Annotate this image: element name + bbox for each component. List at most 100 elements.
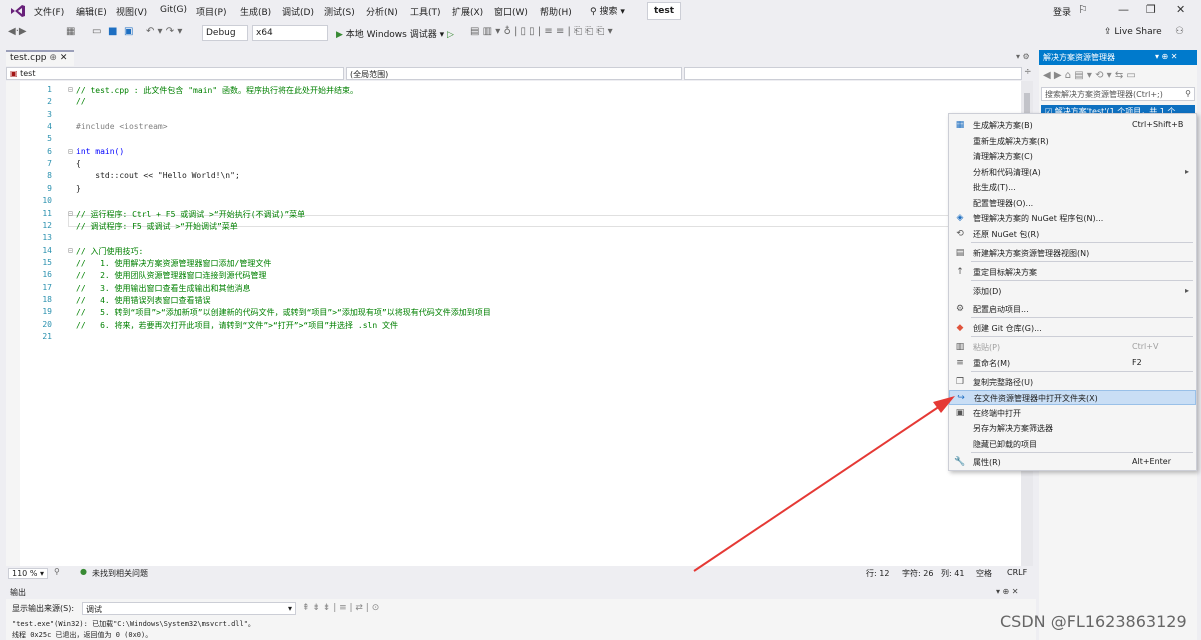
context-menu-item[interactable]: ▤ 新建解决方案资源管理器视图(N) (949, 246, 1196, 261)
close-icon[interactable]: ✕ (1176, 3, 1185, 16)
menu-analyze[interactable]: 分析(N) (366, 5, 398, 18)
fold-toggle-icon[interactable]: ⊟ (68, 209, 73, 218)
context-menu-item[interactable]: 分析和代码清理(A) ▸ (949, 165, 1196, 180)
open-icon[interactable]: ▭ (92, 26, 101, 37)
menu-edit[interactable]: 编辑(E) (76, 5, 107, 18)
menu-tools[interactable]: 工具(T) (410, 5, 441, 18)
split-icon[interactable]: ÷ (1024, 67, 1032, 77)
code-line[interactable]: 4 #include <iostream> (20, 122, 1020, 134)
context-menu-item[interactable]: 重新生成解决方案(R) (949, 134, 1196, 149)
context-menu-item[interactable]: ▥ 粘贴(P) Ctrl+V (949, 340, 1196, 355)
menu-help[interactable]: 帮助(H) (540, 5, 572, 18)
code-line[interactable]: 1 ⊟// test.cpp : 此文件包含 "main" 函数。程序执行将在此处… (20, 85, 1020, 97)
code-line[interactable]: 18 // 4. 使用错误列表窗口查看错误 (20, 295, 1020, 307)
code-line[interactable]: 7{ (20, 159, 1020, 171)
platform-select[interactable]: x64 (252, 25, 328, 41)
context-menu-item[interactable]: ↪ 在文件资源管理器中打开文件夹(X) (949, 390, 1196, 405)
code-line[interactable]: 20 // 6. 将来，若要再次打开此项目，请转到“文件”>“打开”>“项目”并选… (20, 320, 1020, 332)
code-line[interactable]: 11 ⊟// 运行程序: Ctrl + F5 或调试 >“开始执行(不调试)”菜单 (20, 209, 1020, 221)
menu-git[interactable]: Git(G) (160, 5, 187, 15)
menu-extensions[interactable]: 扩展(X) (452, 5, 483, 18)
menu-window[interactable]: 窗口(W) (494, 5, 528, 18)
context-menu-item[interactable]: 隐藏已卸载的项目 (949, 437, 1196, 452)
intellicode-icon[interactable]: ⚲ (54, 567, 60, 576)
login-link[interactable]: 登录 (1053, 5, 1071, 18)
menu-project[interactable]: 项目(P) (196, 5, 226, 18)
code-line[interactable]: 19 // 5. 转到“项目”>“添加新项”以创建新的代码文件，或转到“项目”>“… (20, 307, 1020, 319)
project-nav-select[interactable]: ▣ test (6, 67, 344, 80)
code-line[interactable]: 10 (20, 196, 1020, 208)
feedback-icon[interactable]: ⚐ (1078, 3, 1088, 16)
code-line[interactable]: 5 (20, 134, 1020, 146)
scrollbar-thumb[interactable] (1024, 93, 1030, 115)
code-line[interactable]: 14 ⊟// 入门使用技巧: (20, 246, 1020, 258)
menu-view[interactable]: 视图(V) (116, 5, 147, 18)
issues-status[interactable]: 未找到相关问题 (92, 568, 148, 579)
context-menu-item[interactable]: ≡ 重命名(M) F2 (949, 356, 1196, 371)
context-menu-item[interactable]: 另存为解决方案筛选器 (949, 421, 1196, 436)
context-menu-item[interactable]: 🔧 属性(R) Alt+Enter (949, 455, 1196, 470)
line-ending-indicator[interactable]: CRLF (1007, 568, 1027, 577)
code-line[interactable]: 21 (20, 332, 1020, 344)
tab-close-icon[interactable]: ✕ (60, 53, 68, 63)
run-button[interactable]: ▶ 本地 Windows 调试器 ▾ ▷ (336, 27, 454, 40)
menu-debug[interactable]: 调试(D) (282, 5, 314, 18)
context-menu-item[interactable]: 清理解决方案(C) (949, 149, 1196, 164)
config-select[interactable]: Debug (202, 25, 248, 41)
menu-build[interactable]: 生成(B) (240, 5, 271, 18)
new-project-icon[interactable]: ▦ (66, 26, 75, 37)
context-menu-item[interactable]: ▣ 在终端中打开 (949, 406, 1196, 421)
save-icon[interactable]: ■ (108, 26, 117, 37)
live-share-button[interactable]: ⇪ Live Share (1104, 27, 1162, 37)
menu-file[interactable]: 文件(F) (34, 5, 64, 18)
save-all-icon[interactable]: ▣ (124, 26, 133, 37)
context-menu-item[interactable]: ▦ 生成解决方案(B) Ctrl+Shift+B (949, 118, 1196, 133)
tab-dropdown-icon[interactable]: ▾ ⚙ (1016, 52, 1030, 61)
context-menu-item[interactable]: ⟲ 还原 NuGet 包(R) (949, 227, 1196, 242)
back-icon[interactable]: ◀·▶ (8, 26, 27, 37)
global-search[interactable]: ⚲ 搜索 ▾ (590, 4, 625, 17)
context-menu-label: 添加(D) (973, 287, 1002, 296)
code-line[interactable]: 15 // 1. 使用解决方案资源管理器窗口添加/管理文件 (20, 258, 1020, 270)
code-editor[interactable]: 1 ⊟// test.cpp : 此文件包含 "main" 函数。程序执行将在此处… (6, 81, 1021, 566)
context-menu-item[interactable]: ◈ 管理解决方案的 NuGet 程序包(N)... (949, 211, 1196, 226)
context-menu-item[interactable]: 批生成(T)... (949, 180, 1196, 195)
minimize-icon[interactable]: — (1118, 3, 1129, 16)
member-nav-select[interactable] (684, 67, 1022, 80)
person-icon[interactable]: ⚇ (1175, 26, 1184, 37)
code-line[interactable]: 13 (20, 233, 1020, 245)
context-menu-item[interactable]: 配置管理器(O)... (949, 196, 1196, 211)
code-line[interactable]: 3 (20, 110, 1020, 122)
menu-separator (971, 280, 1193, 281)
panel-controls-icon[interactable]: ▾ ⊕ ✕ (1155, 52, 1178, 61)
code-line[interactable]: 6 ⊟ int main() (20, 147, 1020, 159)
context-menu-item[interactable]: ❐ 复制完整路径(U) (949, 375, 1196, 390)
whitespace-indicator[interactable]: 空格 (976, 568, 992, 579)
context-menu-item[interactable]: ↑ 重定目标解决方案 (949, 265, 1196, 280)
context-menu-item[interactable]: ⚙ 配置启动项目... (949, 302, 1196, 317)
output-source-select[interactable]: 调试 ▾ (82, 602, 296, 615)
code-line[interactable]: 9} (20, 184, 1020, 196)
fold-toggle-icon[interactable]: ⊟ (68, 85, 73, 94)
code-line[interactable]: 2 // (20, 97, 1020, 109)
code-line[interactable]: 16 // 2. 使用团队资源管理器窗口连接到源代码管理 (20, 270, 1020, 282)
toolbar-tools-icons[interactable]: ▤ ▥ ▾ ♁ | ▯ ▯ | ≡ ≡ | ⎗ ⎗ ⎗ ▾ (470, 26, 613, 37)
context-menu-item[interactable]: 添加(D) ▸ (949, 284, 1196, 299)
undo-icon[interactable]: ↶ ▾ ↷ ▾ (146, 26, 182, 37)
fold-toggle-icon[interactable]: ⊟ (68, 246, 73, 255)
tab-test-cpp[interactable]: test.cpp ⊕ ✕ (6, 50, 74, 66)
maximize-icon[interactable]: ❐ (1146, 3, 1156, 16)
fold-toggle-icon[interactable]: ⊟ (68, 147, 73, 156)
context-menu-item[interactable]: ◆ 创建 Git 仓库(G)... (949, 321, 1196, 336)
output-toolbar-icons[interactable]: ⇞ ⇟ ⇟ | ≡ | ⇄ | ⊙ (302, 603, 379, 613)
zoom-select[interactable]: 110 % ▾ (8, 568, 48, 579)
scope-nav-select[interactable]: (全局范围) (346, 67, 682, 80)
solution-toolbar-icons[interactable]: ◀ ▶ ⌂ ▤ ▾ ⟲ ▾ ⇆ ▭ (1043, 70, 1136, 81)
output-window-controls-icon[interactable]: ▾ ⊕ ✕ (996, 587, 1019, 596)
menu-test[interactable]: 测试(S) (324, 5, 355, 18)
code-line[interactable]: 17 // 3. 使用输出窗口查看生成输出和其他消息 (20, 283, 1020, 295)
solution-search-input[interactable]: 搜索解决方案资源管理器(Ctrl+;) ⚲ (1041, 87, 1195, 101)
code-line[interactable]: 12 // 调试程序: F5 或调试 >“开始调试”菜单 (20, 221, 1020, 233)
code-line[interactable]: 8 std::cout << "Hello World!\n"; (20, 171, 1020, 183)
pin-icon[interactable]: ⊕ (49, 53, 57, 63)
